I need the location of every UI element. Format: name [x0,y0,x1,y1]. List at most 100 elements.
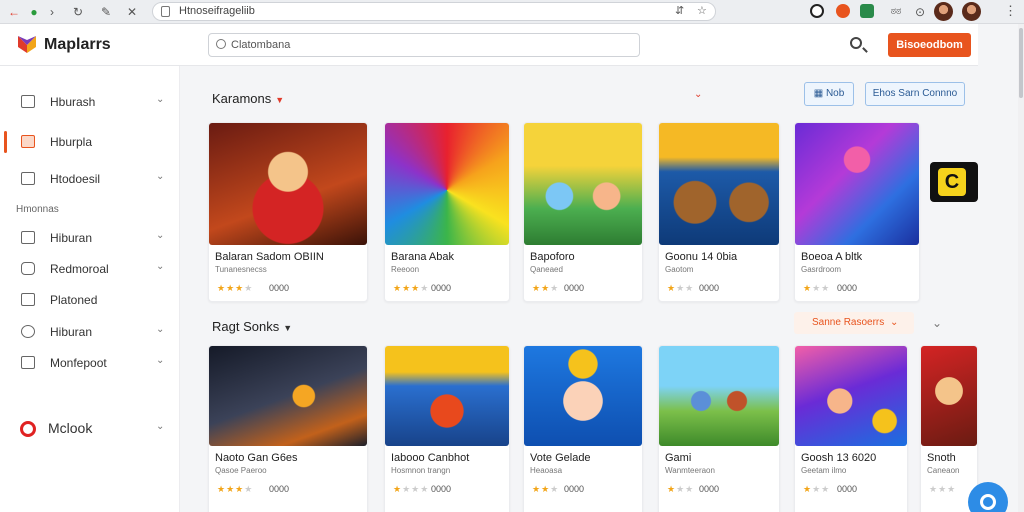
app-header: Maplarrs Clatombana Bisoeodbom [0,24,978,66]
sidebar-item[interactable]: Monfepoot ⌄ [0,348,180,378]
game-title: Goosh 13 6020 [801,452,877,464]
extension-icon[interactable] [836,4,850,18]
chevron-down-icon: ⌄ [156,261,165,272]
sidebar-item-label: Hburpla [50,135,93,149]
forward-icon[interactable]: › [44,4,60,20]
menu-icon[interactable]: ⋮ [1004,3,1017,19]
tools-icon[interactable]: ✕ [124,4,140,20]
chevron-down-icon[interactable]: ⌄ [932,316,942,330]
sidebar-item[interactable]: Hburash ⌄ [0,87,180,117]
reload-icon[interactable]: ↻ [70,4,86,20]
rating-count: 0000 [431,484,452,494]
button-label: Nob [825,88,845,99]
rating-count: 0000 [837,283,858,293]
chevron-down-icon[interactable]: ⌄ [694,89,702,100]
game-card[interactable]: Boeoa A bltk Gasrdroom ★★★ 0000 [794,122,920,302]
image-icon [21,95,35,108]
sidebar-item[interactable]: Htodoesil ⌄ [0,164,180,194]
bookmark-icon[interactable]: ✎ [98,4,114,20]
rating-count: 0000 [269,283,290,293]
game-title: Goonu 14 0bia [665,251,738,263]
game-thumbnail [209,123,367,245]
folder-icon [21,135,35,148]
scrollbar-thumb[interactable] [1019,28,1023,98]
sidebar-item[interactable]: Redmoroal ⌄ [0,254,180,284]
sidebar-item[interactable]: Mclook ⌄ [0,414,180,444]
rating-count: 0000 [269,484,290,494]
game-title: Iabooo Canbhot [391,452,470,464]
help-chat-button[interactable] [968,482,1008,512]
game-subtitle: Wanmteeraon [665,466,715,475]
sidebar-item-label: Htodoesil [50,172,101,186]
sidebar-item[interactable]: Hiburan ⌄ [0,223,180,253]
game-title: Boeoa A bltk [801,251,863,263]
game-thumbnail [659,346,779,446]
game-subtitle: Caneaon [927,466,960,475]
star-rating: ★★★★ [393,484,430,494]
carousel-next-button[interactable]: C [930,162,978,202]
game-card[interactable]: Goonu 14 0bia Gaotom ★★★ 0000 [658,122,780,302]
star-rating: ★★★ [929,484,957,494]
game-card[interactable]: Gami Wanmteeraon ★★★ 0000 [658,345,780,512]
chevron-down-icon: ⌄ [156,94,165,105]
search-input[interactable]: Clatombana [208,33,640,57]
game-thumbnail [921,346,977,446]
back-icon[interactable]: ← [6,4,22,20]
game-card[interactable]: Vote Gelade Heaoasa ★★★ 0000 [523,345,643,512]
section-heading[interactable]: Karamons ▼ [212,91,284,106]
extension-icon[interactable] [810,4,824,18]
chevron-down-icon: ▼ [283,323,293,333]
game-card[interactable]: Balaran Sadom OBIIN Tunanesnecss ★★★★ 00… [208,122,368,302]
extension-icon[interactable]: ⊙ [912,4,928,20]
game-subtitle: Hosmnon trangn [391,466,451,475]
sidebar-item-active[interactable]: Hburpla [0,127,180,157]
sidebar-item-label: Hburash [50,95,96,109]
game-thumbnail [524,346,642,446]
sidebar: Hburash ⌄ Hburpla Htodoesil ⌄ Hmonnas Hi… [0,66,180,512]
rating-count: 0000 [699,484,720,494]
share-icon[interactable]: ⇵ [675,4,684,17]
primary-action-button[interactable]: Bisoeodbom [888,33,971,57]
section-heading[interactable]: Ragt Sonks ▼ [212,319,292,334]
sort-dropdown[interactable]: Sanne Rasoerrs ⌄ [794,312,914,334]
game-title: Naoto Gan G6es [215,452,298,464]
sidebar-item-label: Hiburan [50,325,93,339]
filter-button[interactable]: Ehos Sarn Connno [865,82,965,106]
chevron-down-icon: ⌄ [890,317,899,328]
chevron-down-icon: ⌄ [156,421,165,432]
chevron-down-icon: ▼ [275,95,285,105]
avatar[interactable] [934,2,953,21]
game-card[interactable]: Naoto Gan G6es Qasoe Paeroo ★★★★ 0000 [208,345,368,512]
sidebar-item[interactable]: Hiburan ⌄ [0,317,180,347]
sidebar-item-label: Mclook [48,420,93,436]
home-icon [21,172,35,185]
avatar[interactable] [962,2,981,21]
game-card[interactable]: Barana Abak Reeoon ★★★★ 0000 [384,122,510,302]
status-dot-icon: ● [30,5,38,19]
game-title: Balaran Sadom OBIIN [215,251,324,263]
sort-label: Sanne Rasoerrs [812,317,885,328]
section-title: Karamons [212,91,272,106]
game-title: Gami [665,452,692,464]
scrollbar[interactable] [1018,24,1024,512]
star-icon[interactable]: ☆ [697,4,707,17]
address-bar[interactable]: Htnoseifrageliib ⇵ ☆ [152,2,716,21]
game-card[interactable]: Goosh 13 6020 Geetam ilmo ★★★ 0000 [794,345,908,512]
search-icon[interactable] [850,37,862,49]
extension-icon[interactable] [860,4,874,18]
game-thumbnail [795,123,919,245]
game-card[interactable]: Iabooo Canbhot Hosmnon trangn ★★★★ 0000 [384,345,510,512]
rating-count: 0000 [837,484,858,494]
star-rating: ★★★★ [393,283,430,293]
game-card[interactable]: Snoth Caneaon ★★★ [920,345,978,512]
game-card[interactable]: Bapoforo Qaneaed ★★★ 0000 [523,122,643,302]
game-title: Vote Gelade [530,452,591,464]
game-subtitle: Qaneaed [530,265,563,274]
extension-icon[interactable]: ಠಠ [884,4,908,20]
rating-count: 0000 [564,283,585,293]
sidebar-item[interactable]: Platoned [0,285,180,315]
document-icon [21,293,35,306]
grid-view-button[interactable]: ▦ Nob [804,82,854,106]
star-rating: ★★★ [803,283,831,293]
game-subtitle: Heaoasa [530,466,563,475]
